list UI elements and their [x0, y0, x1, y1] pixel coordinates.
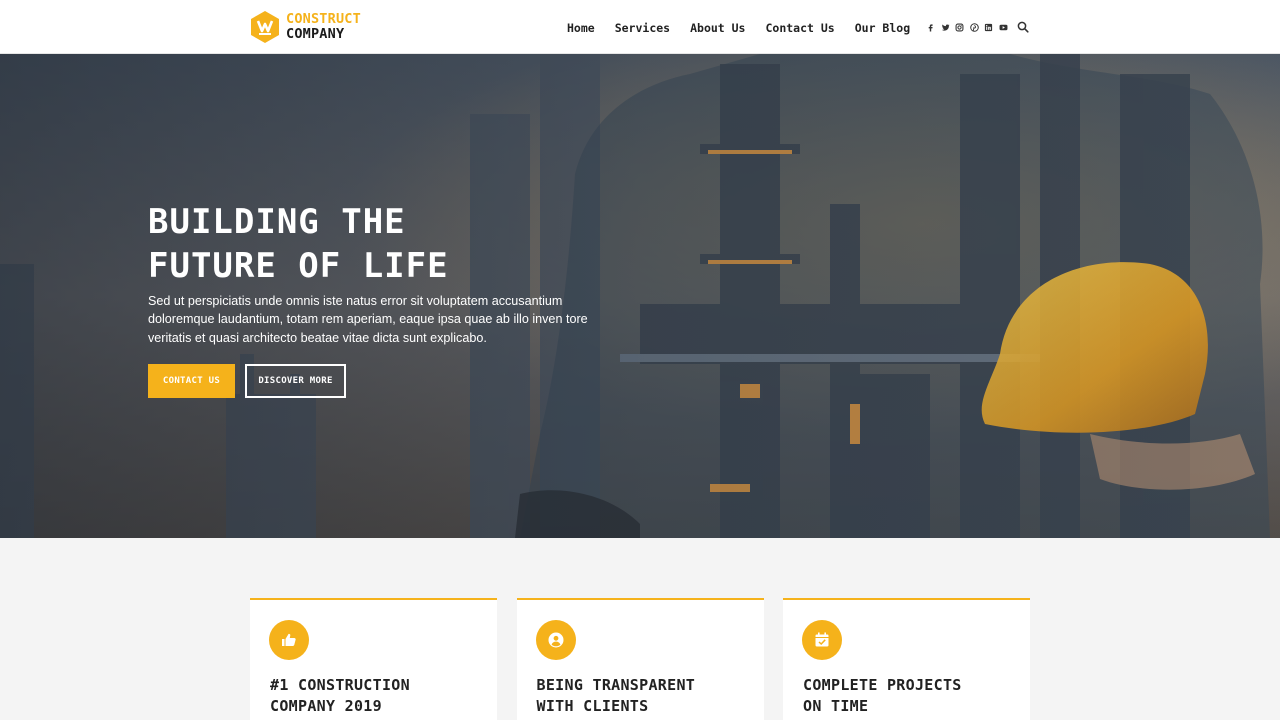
brand-logo[interactable]: CONSTRUCT COMPANY: [249, 10, 361, 44]
nav-item-home[interactable]: Home: [567, 21, 595, 35]
hero-title-line2: FUTURE OF LIFE: [148, 246, 449, 286]
youtube-icon[interactable]: [997, 21, 1010, 35]
logo-mark-icon: [251, 11, 279, 43]
nav-item-our-blog[interactable]: Our Blog: [855, 21, 910, 35]
user-circle-icon: [535, 620, 576, 660]
nav-item-about-us[interactable]: About Us: [690, 21, 745, 35]
calendar-check-icon: [802, 620, 842, 660]
twitter-icon[interactable]: [939, 21, 952, 35]
social-links: [924, 20, 1011, 35]
brand-line1: CONSTRUCT: [286, 11, 361, 27]
nav-item-services[interactable]: Services: [615, 21, 670, 35]
feature-card: COMPLETE PROJECTS ON TIME: [783, 598, 1030, 720]
feature-card-title: BEING TRANSPARENT WITH CLIENTS: [536, 676, 696, 715]
search-icon[interactable]: [1017, 21, 1029, 33]
features-section: #1 CONSTRUCTION COMPANY 2019 BEING TRANS…: [250, 598, 1050, 720]
hero-title: BUILDING THE FUTURE OF LIFE: [148, 200, 578, 288]
facebook-icon[interactable]: [924, 21, 937, 35]
main-nav: Home Services About Us Contact Us Our Bl…: [567, 19, 930, 36]
hero-title-line1: BUILDING THE: [148, 202, 406, 242]
feature-card: BEING TRANSPARENT WITH CLIENTS: [516, 598, 764, 720]
site-header: CONSTRUCT COMPANY Home Services About Us…: [0, 0, 1280, 54]
discover-more-button[interactable]: DISCOVER MORE: [245, 364, 346, 398]
pinterest-icon[interactable]: [968, 21, 981, 35]
feature-card: #1 CONSTRUCTION COMPANY 2019: [250, 598, 497, 720]
feature-card-title: #1 CONSTRUCTION COMPANY 2019: [270, 676, 410, 715]
nav-item-contact-us[interactable]: Contact Us: [765, 21, 834, 35]
linkedin-icon[interactable]: [982, 21, 995, 35]
hero-banner: BUILDING THE FUTURE OF LIFE Sed ut persp…: [0, 54, 1280, 538]
contact-us-button[interactable]: CONTACT US: [148, 364, 235, 398]
instagram-icon[interactable]: [953, 21, 966, 35]
feature-card-title: COMPLETE PROJECTS ON TIME: [803, 676, 962, 715]
thumbs-up-icon: [269, 620, 309, 660]
brand-line2: COMPANY: [286, 26, 345, 42]
hero-description: Sed ut perspiciatis unde omnis iste natu…: [148, 294, 588, 345]
